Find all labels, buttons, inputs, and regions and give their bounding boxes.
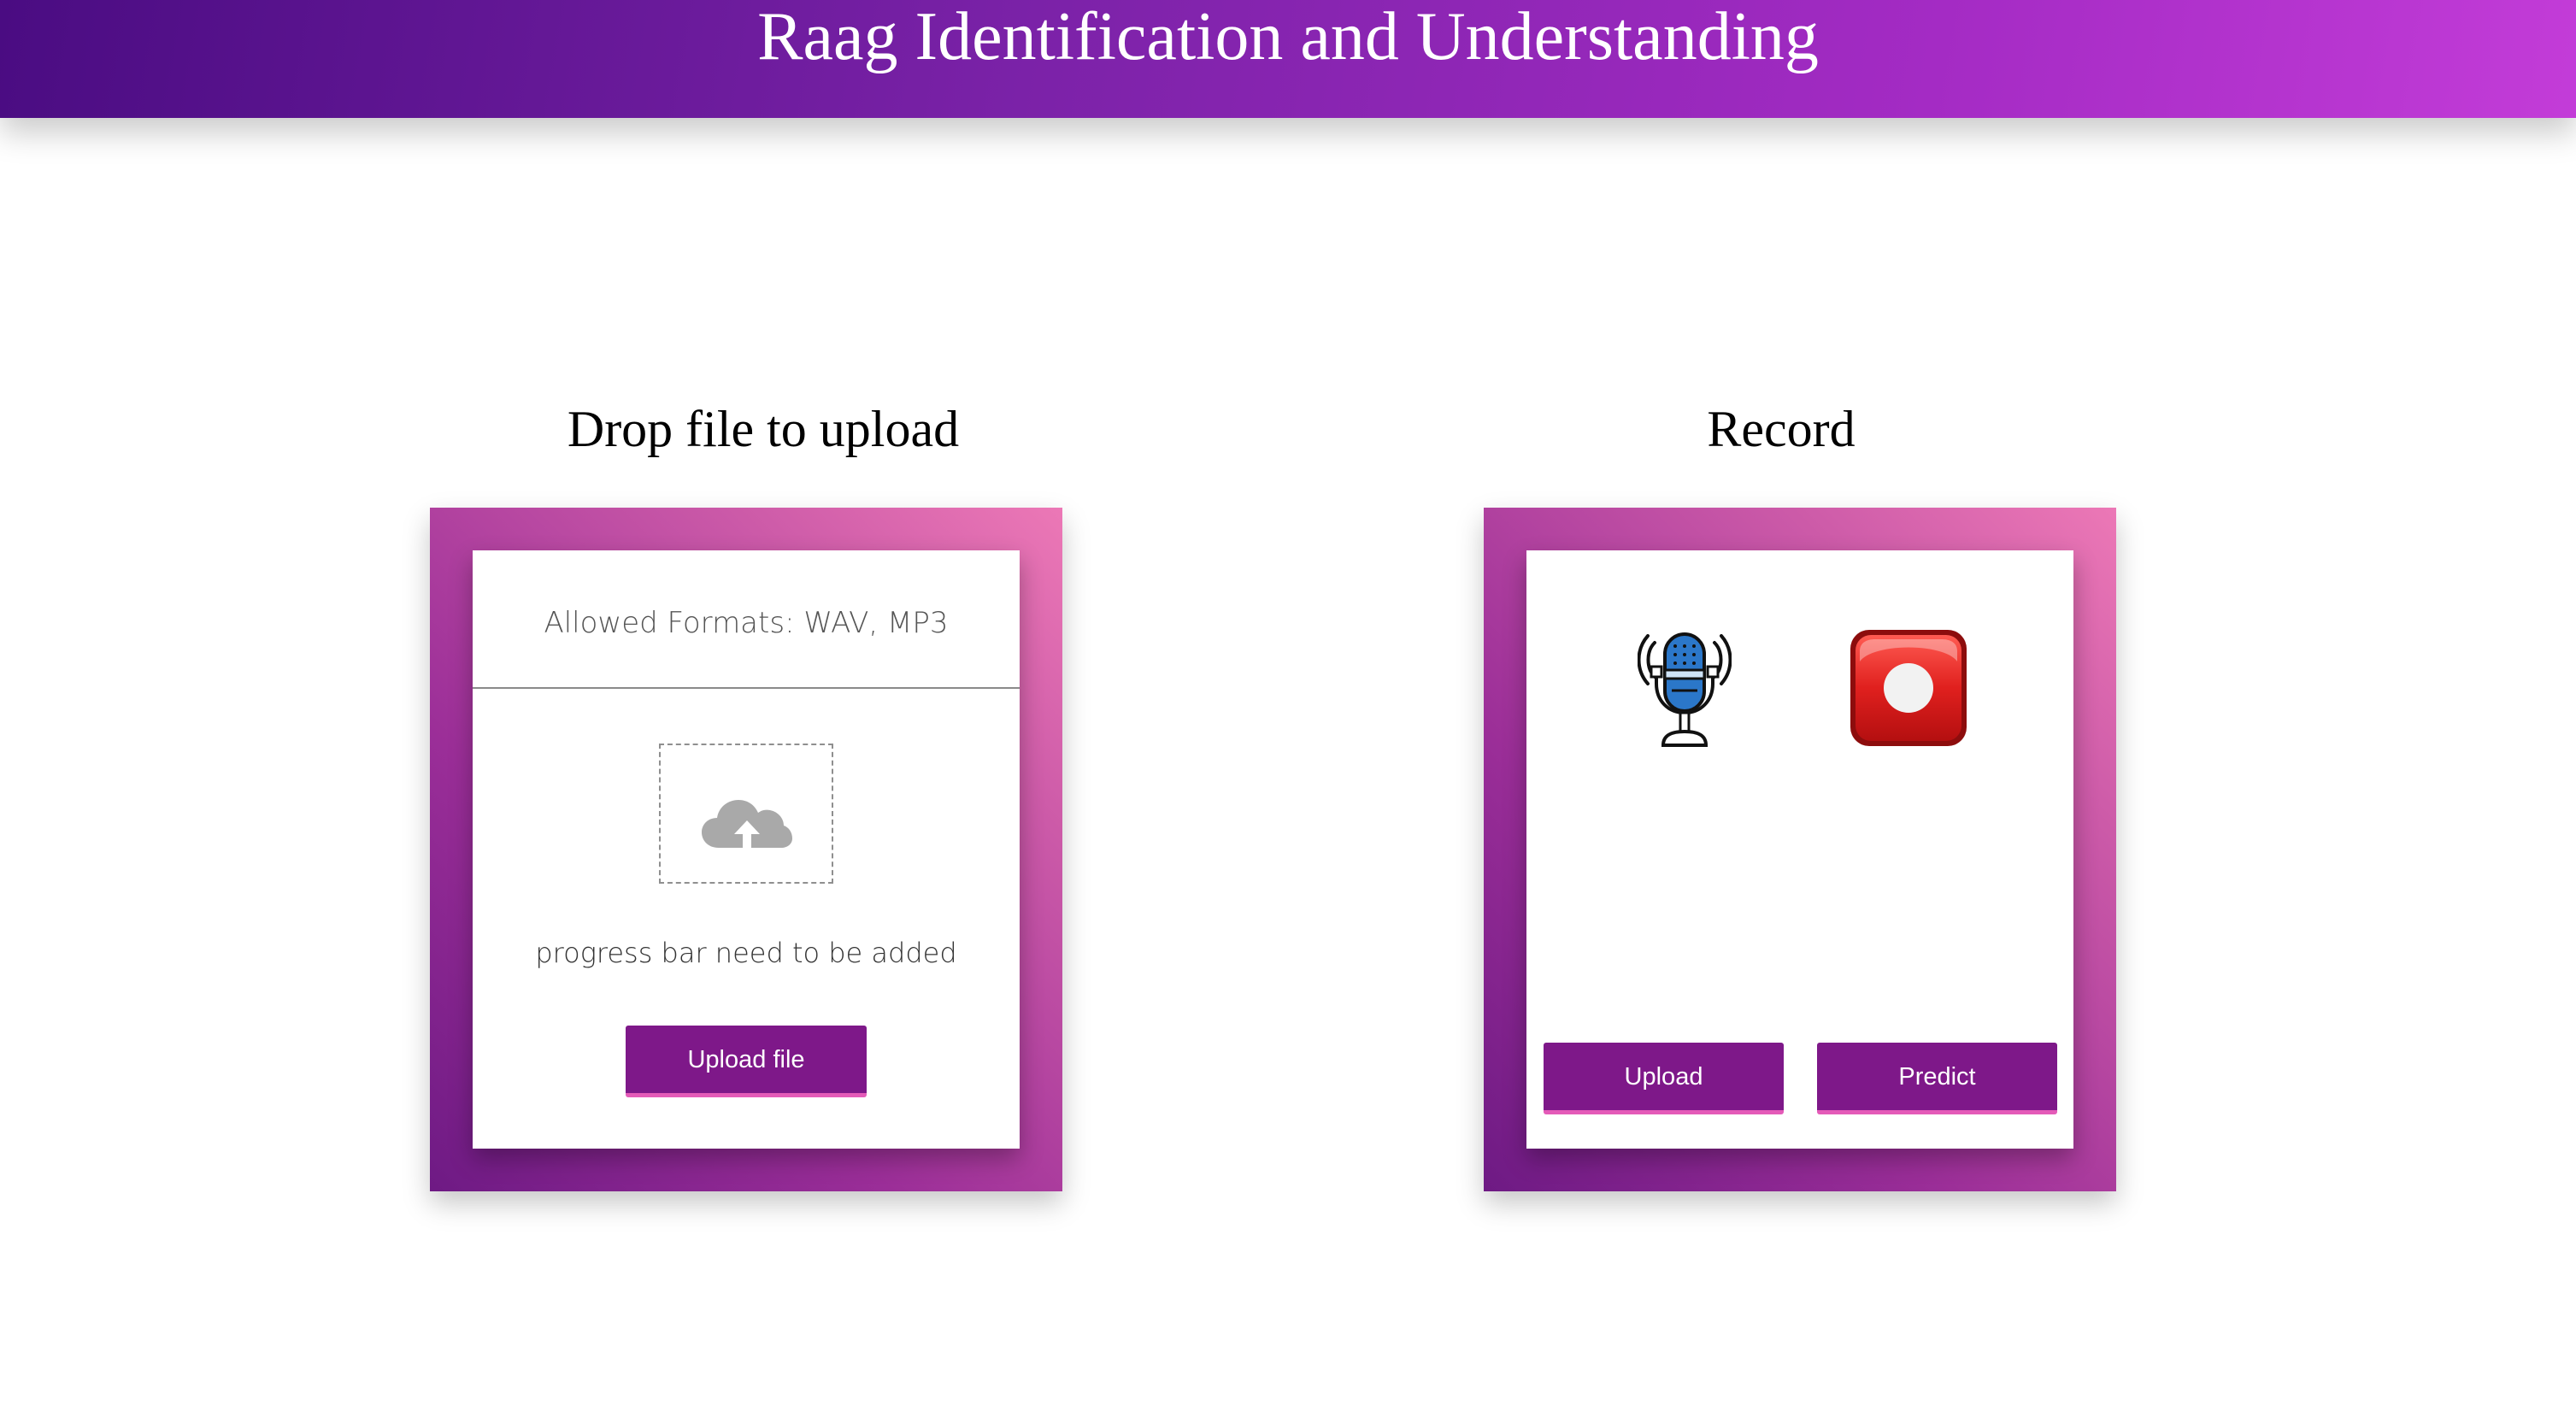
microphone-icon[interactable] [1638, 631, 1732, 750]
page: Raag Identification and Understanding Dr… [0, 0, 2576, 1405]
file-dropzone[interactable] [659, 744, 833, 884]
record-panel: Upload Predict [1484, 508, 2116, 1191]
allowed-formats-label: Allowed Formats: WAV, MP3 [473, 550, 1020, 689]
record-section-title: Record [1707, 401, 1856, 457]
upload-section-title: Drop file to upload [567, 401, 960, 457]
predict-button[interactable]: Predict [1817, 1043, 2057, 1114]
upload-file-button[interactable]: Upload file [626, 1026, 867, 1097]
page-title: Raag Identification and Understanding [757, 0, 1819, 74]
record-button-icon[interactable] [1848, 627, 1969, 749]
upload-panel: Allowed Formats: WAV, MP3 progress bar n… [430, 508, 1062, 1191]
app-header: Raag Identification and Understanding [0, 0, 2576, 118]
record-upload-button[interactable]: Upload [1544, 1043, 1784, 1114]
progress-note: progress bar need to be added [535, 937, 957, 969]
record-card: Upload Predict [1526, 550, 2073, 1149]
cloud-upload-icon [702, 800, 792, 848]
upload-card: Allowed Formats: WAV, MP3 progress bar n… [473, 550, 1020, 1149]
